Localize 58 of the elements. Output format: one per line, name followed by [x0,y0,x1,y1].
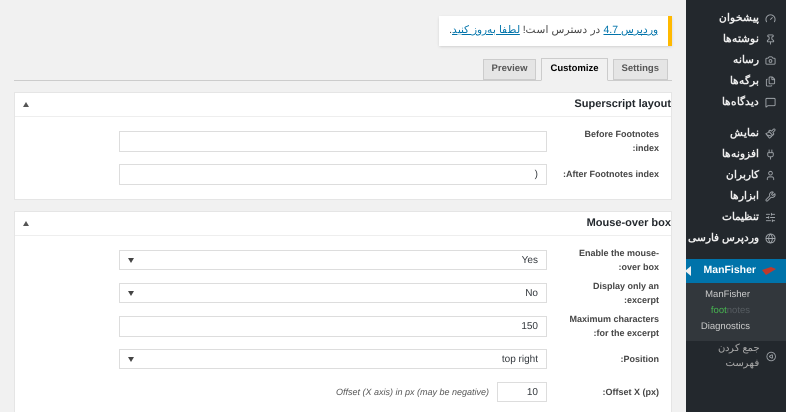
menu-icon [765,13,776,24]
select-field[interactable]: Yes [119,250,547,270]
sidebar-item[interactable]: پیشخوان [686,8,786,29]
menu-icon [765,170,776,181]
sidebar-item[interactable]: وردپرس فارسی [686,228,786,249]
collapse-menu-button[interactable]: جمع کردن فهرست [686,344,786,368]
sidebar-item[interactable]: نمایش [686,123,786,144]
sidebar-item[interactable]: رسانه [686,50,786,71]
number-field[interactable]: 10 [497,382,547,402]
menu-icon [765,128,776,139]
sidebar-item[interactable]: ManFisher [686,259,786,283]
menu-icon [765,233,776,244]
tab[interactable]: Customize [541,58,608,81]
collapse-arrow-icon[interactable] [23,102,29,107]
current-pointer-icon [685,266,691,276]
dropdown-arrow-icon [128,356,134,362]
text-field[interactable]: 150 [119,316,547,337]
tab[interactable]: Preview [482,58,536,80]
field-label: Display only an excerpt: [592,280,659,308]
menu-icon [765,97,776,108]
submenu-item[interactable]: Diagnostics [686,320,786,336]
field-label: Position: [620,353,659,366]
panel-title: Superscript layout [574,97,671,112]
dropdown-arrow-icon [128,290,134,296]
sidebar-item[interactable]: افزونه‌ها [686,144,786,165]
sidebar-item[interactable]: ابزارها [686,186,786,207]
select-field[interactable]: top right [119,349,547,370]
select-field[interactable]: No [119,283,547,304]
sidebar-item[interactable]: دیدگاه‌ها [686,92,786,113]
tab[interactable]: Settings [612,58,668,80]
menu-icon [765,76,776,87]
collapse-icon [766,350,776,362]
field-label: After Footnotes index: [563,168,659,182]
sidebar-item[interactable]: کاربران [686,165,786,186]
update-link[interactable]: لطفا به‌روز کنید [452,24,520,36]
text-field[interactable] [119,130,547,152]
menu-icon [765,55,776,66]
collapse-label: جمع کردن فهرست [716,342,760,371]
sidebar-item[interactable]: تنظیمات [686,207,786,228]
text-field[interactable]: ) [119,164,547,185]
field-label: Offset X (px): [601,386,659,400]
field-label: Enable the mouse-over box: [578,247,659,274]
sidebar-item[interactable]: برگه‌ها [686,71,786,92]
field-label: Maximum characters for the excerpt: [568,313,659,340]
flag-icon [762,266,776,276]
field-hint: Offset (X axis) in px (may be negative) [336,386,489,399]
menu-icon [765,149,776,160]
menu-icon [765,212,776,223]
dropdown-arrow-icon [128,258,134,263]
field-label: Before Footnotes index: [583,128,659,156]
update-notice: وردپرس 4.7 در دسترس است! لطفا به‌روز کنید. [439,16,672,46]
version-link[interactable]: وردپرس 4.7 [603,24,658,36]
menu-icon [765,34,776,45]
collapse-arrow-icon[interactable] [23,220,29,226]
panel-title: Mouse-over box [586,216,671,231]
sidebar-item[interactable]: نوشته‌ها [686,29,786,50]
submenu-item[interactable]: ManFisher [686,288,786,304]
menu-icon [765,191,776,202]
